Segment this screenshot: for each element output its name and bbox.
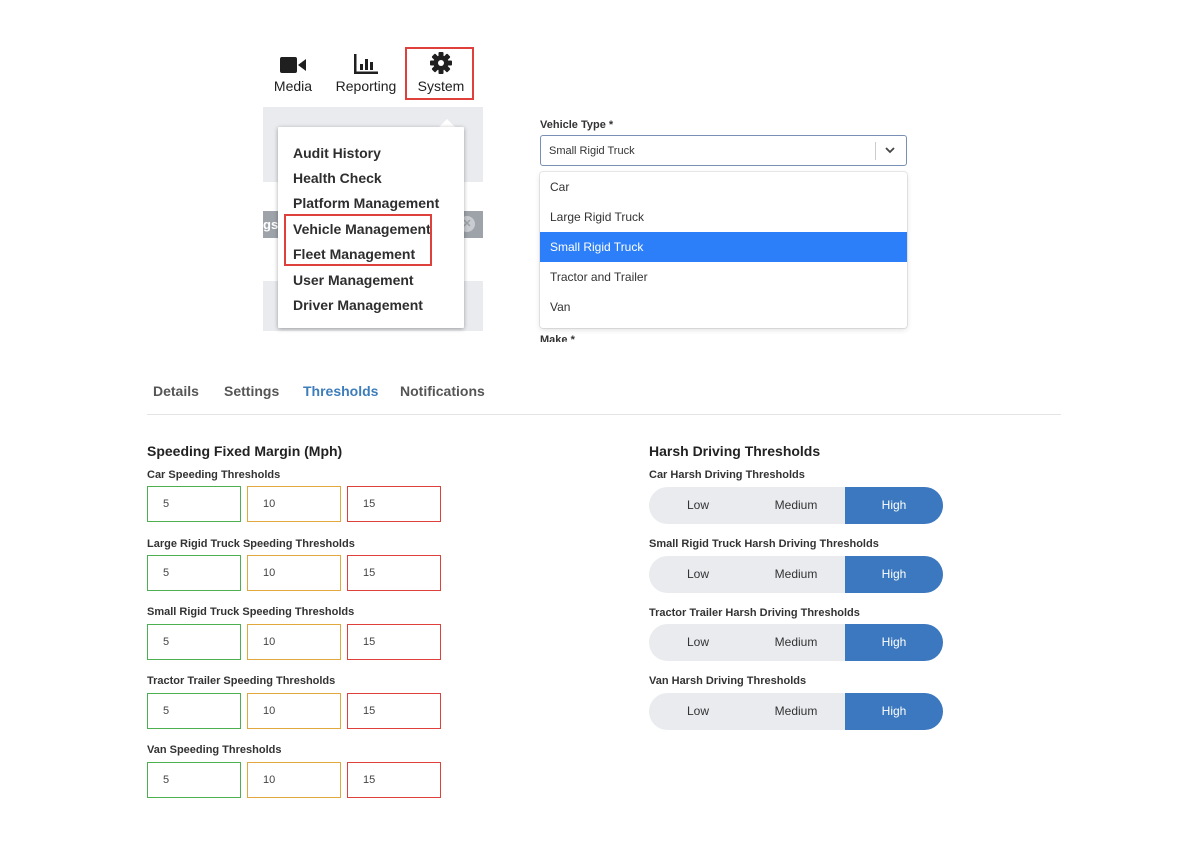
nav-reporting[interactable]: Reporting [333,52,399,94]
make-label: Make * [540,334,575,342]
tractor-trailer-speeding-low-input[interactable]: 5 [147,693,241,729]
car-speeding-low-input[interactable]: 5 [147,486,241,522]
car-speeding-label: Car Speeding Thresholds [147,469,281,481]
car-speeding-mid-input[interactable]: 10 [247,486,341,522]
harsh-section-title: Harsh Driving Thresholds [649,443,821,459]
van-harsh-label: Van Harsh Driving Thresholds [649,675,807,687]
management-highlight-box [284,214,432,266]
small-rigid-harsh-medium-option[interactable]: Medium [747,556,845,593]
car-harsh-label: Car Harsh Driving Thresholds [649,469,805,481]
car-harsh-low-option[interactable]: Low [649,487,747,524]
tractor-trailer-speeding-mid-input[interactable]: 10 [247,693,341,729]
nav-media[interactable]: Media [272,52,314,94]
van-speeding-high-input[interactable]: 15 [347,762,441,798]
small-rigid-speeding-low-input[interactable]: 5 [147,624,241,660]
video-camera-icon [272,52,314,74]
small-rigid-harsh-low-option[interactable]: Low [649,556,747,593]
car-speeding-high-input[interactable]: 15 [347,486,441,522]
vehicle-type-option-van[interactable]: Van [540,292,907,322]
vehicle-type-value: Small Rigid Truck [549,145,635,157]
van-harsh-toggle: Low Medium High [649,693,943,730]
tab-details[interactable]: Details [153,383,199,399]
car-harsh-medium-option[interactable]: Medium [747,487,845,524]
tractor-trailer-speeding-high-input[interactable]: 15 [347,693,441,729]
vehicle-type-options: Car Large Rigid Truck Small Rigid Truck … [540,172,907,328]
tab-notifications[interactable]: Notifications [400,383,485,399]
tractor-trailer-harsh-label: Tractor Trailer Harsh Driving Thresholds [649,607,860,619]
menu-item-health-check[interactable]: Health Check [293,170,382,186]
small-rigid-speeding-label: Small Rigid Truck Speeding Thresholds [147,606,355,618]
chevron-down-icon[interactable] [882,142,898,158]
vehicle-type-option-tractor-and-trailer[interactable]: Tractor and Trailer [540,262,907,292]
tab-settings[interactable]: Settings [224,383,279,399]
tab-divider [147,414,1061,415]
van-speeding-low-input[interactable]: 5 [147,762,241,798]
small-rigid-harsh-toggle: Low Medium High [649,556,943,593]
vehicle-type-label: Vehicle Type * [540,119,614,131]
menu-item-user-management[interactable]: User Management [293,272,414,288]
large-rigid-speeding-label: Large Rigid Truck Speeding Thresholds [147,538,355,550]
tractor-trailer-harsh-low-option[interactable]: Low [649,624,747,661]
small-rigid-speeding-high-input[interactable]: 15 [347,624,441,660]
bar-chart-icon [333,52,399,74]
van-harsh-medium-option[interactable]: Medium [747,693,845,730]
nav-media-label: Media [273,78,313,94]
small-rigid-harsh-high-option[interactable]: High [845,556,943,593]
vehicle-type-option-large-rigid-truck[interactable]: Large Rigid Truck [540,202,907,232]
speeding-section-title: Speeding Fixed Margin (Mph) [147,443,343,459]
vehicle-type-select[interactable]: Small Rigid Truck [540,135,907,166]
van-speeding-label: Van Speeding Thresholds [147,744,282,756]
small-rigid-harsh-label: Small Rigid Truck Harsh Driving Threshol… [649,538,879,550]
large-rigid-speeding-high-input[interactable]: 15 [347,555,441,591]
select-separator [875,142,876,160]
menu-item-platform-management[interactable]: Platform Management [293,195,439,211]
menu-item-driver-management[interactable]: Driver Management [293,297,423,313]
van-harsh-low-option[interactable]: Low [649,693,747,730]
car-harsh-high-option[interactable]: High [845,487,943,524]
large-rigid-speeding-mid-input[interactable]: 10 [247,555,341,591]
van-harsh-high-option[interactable]: High [845,693,943,730]
small-rigid-speeding-mid-input[interactable]: 10 [247,624,341,660]
van-speeding-mid-input[interactable]: 10 [247,762,341,798]
nav-reporting-label: Reporting [335,78,397,94]
large-rigid-speeding-low-input[interactable]: 5 [147,555,241,591]
tractor-trailer-harsh-toggle: Low Medium High [649,624,943,661]
vehicle-type-option-small-rigid-truck[interactable]: Small Rigid Truck [540,232,907,262]
backdrop-text-fragment: gs [263,217,279,232]
tractor-trailer-harsh-medium-option[interactable]: Medium [747,624,845,661]
tractor-trailer-harsh-high-option[interactable]: High [845,624,943,661]
vehicle-type-option-car[interactable]: Car [540,172,907,202]
tab-thresholds[interactable]: Thresholds [303,383,378,399]
car-harsh-toggle: Low Medium High [649,487,943,524]
menu-item-audit-history[interactable]: Audit History [293,145,381,161]
system-highlight-box [405,47,474,100]
tractor-trailer-speeding-label: Tractor Trailer Speeding Thresholds [147,675,336,687]
